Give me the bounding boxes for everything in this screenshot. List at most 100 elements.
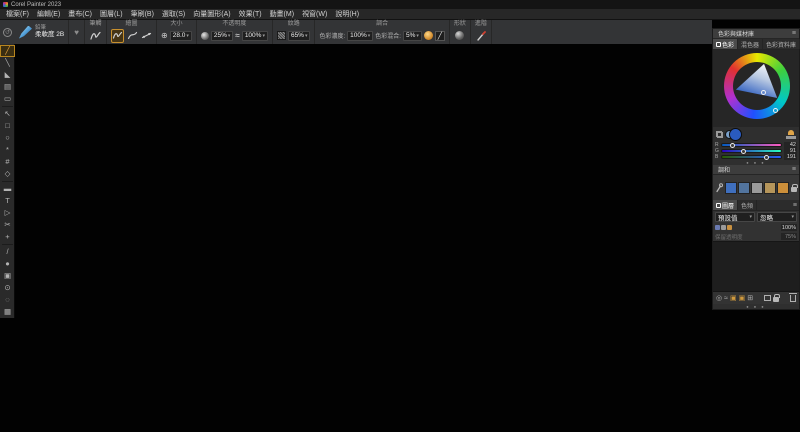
tool-shape-rect[interactable]: ▬	[0, 183, 15, 195]
slider-track-r[interactable]	[721, 143, 782, 148]
clone-color-icon[interactable]	[786, 129, 796, 139]
lock-layer-button[interactable]	[773, 294, 781, 302]
new-watercolor-layer-icon[interactable]: ▣	[730, 295, 737, 302]
color-panel-group-header[interactable]: 色彩與媒材庫 ≡	[713, 29, 799, 39]
composite-depth-dropdown[interactable]: 忽略 ▾	[757, 212, 797, 222]
grain-texture-icon[interactable]	[276, 31, 286, 40]
swap-colors-icon[interactable]	[716, 130, 723, 138]
menu-item[interactable]: 說明(H)	[331, 9, 363, 20]
freehand-strokes-button[interactable]	[111, 28, 125, 43]
hue-marker[interactable]	[773, 108, 778, 113]
tool-clone[interactable]: ▣	[0, 270, 15, 282]
slider-handle[interactable]	[729, 143, 735, 148]
canvas-area[interactable]	[15, 44, 800, 432]
tool-eraser[interactable]: ▭	[0, 93, 15, 105]
size-field[interactable]: 28.0 ▾	[169, 30, 192, 41]
menu-item[interactable]: 畫布(C)	[64, 9, 96, 20]
resat-field[interactable]: 100% ▾	[347, 30, 374, 41]
tool-magnifier[interactable]: ⊙	[0, 282, 15, 294]
tool-lasso[interactable]: ○	[0, 132, 15, 144]
harmony-lock-controls[interactable]	[791, 183, 798, 192]
tool-layer-adjuster[interactable]: ↖	[0, 108, 15, 120]
brush-selector[interactable]: 鉛筆 柔軟度 2B	[15, 20, 70, 44]
menu-item[interactable]: 檔案(F)	[2, 9, 33, 20]
tool-text[interactable]: T	[0, 195, 15, 207]
dynamic-plugins-icon[interactable]: ◎	[716, 295, 722, 302]
harmony-tools-icon[interactable]	[715, 182, 723, 193]
panel-options-icon[interactable]: ≡	[792, 30, 796, 37]
panel-options-icon[interactable]: ≡	[793, 202, 797, 209]
opacity-field[interactable]: 25% ▾	[210, 30, 234, 41]
harmonies-panel-header[interactable]: 調和 ≡	[713, 165, 799, 175]
menu-item[interactable]: 效果(T)	[235, 9, 266, 20]
bleed-field[interactable]: 5% ▾	[402, 30, 422, 41]
menu-item[interactable]: 動畫(M)	[266, 9, 299, 20]
new-layer-button[interactable]	[764, 295, 772, 301]
menu-item[interactable]: 視窗(W)	[298, 9, 331, 20]
panel-options-icon[interactable]: ≡	[792, 166, 796, 173]
delete-layer-button[interactable]	[789, 292, 798, 302]
layer-attr-icon[interactable]	[727, 225, 732, 230]
tool-shape-selection[interactable]: ▷	[0, 207, 15, 219]
tool-navigator[interactable]: ▦	[0, 306, 15, 318]
dab-shape-icon[interactable]	[455, 31, 465, 40]
main-color-swatch[interactable]	[729, 127, 742, 141]
tab-色彩[interactable]: 色彩	[713, 39, 739, 49]
tab-色頻[interactable]: 色頻	[738, 200, 758, 210]
expression-field[interactable]: 100% ▾	[241, 30, 268, 41]
tool-gradient[interactable]: ▤	[0, 81, 15, 93]
enhanced-color-icon[interactable]	[423, 31, 433, 40]
layer-list[interactable]	[713, 241, 799, 292]
tool-dropper[interactable]: ●	[0, 258, 15, 270]
tab-圖層[interactable]: 圖層	[713, 200, 739, 210]
slider-track-g[interactable]	[721, 149, 782, 154]
sv-marker[interactable]	[761, 90, 766, 95]
harmony-swatch[interactable]	[725, 181, 737, 194]
favorite-brush-button[interactable]: ♥	[69, 20, 86, 44]
harmony-swatch[interactable]	[777, 181, 789, 194]
slider-track-b[interactable]	[721, 155, 782, 160]
slider-handle[interactable]	[764, 155, 770, 160]
tool-transform[interactable]: ◇	[0, 168, 15, 180]
calibrate-strokes-button[interactable]	[140, 29, 152, 43]
tool-rotate-page[interactable]: ◌	[0, 294, 15, 306]
tab-色彩資料庫[interactable]: 色彩資料庫	[763, 39, 800, 49]
tool-magic-wand[interactable]: *	[0, 144, 15, 156]
layer-attr-icon[interactable]	[721, 225, 726, 230]
stroke-preview-button[interactable]	[89, 29, 102, 43]
tool-eyedropper[interactable]: /	[0, 246, 15, 258]
menu-item[interactable]: 圖層(L)	[96, 9, 127, 20]
layer-opacity-value[interactable]: 100%	[781, 224, 797, 231]
layer-attr-icon[interactable]	[715, 225, 720, 230]
group-layers-icon[interactable]: ⊞	[747, 295, 753, 302]
tool-crop[interactable]: #	[0, 156, 15, 168]
tool-pen[interactable]: ╲	[0, 57, 15, 69]
menu-item[interactable]: 選取(S)	[158, 9, 189, 20]
harmony-swatch[interactable]	[751, 181, 763, 194]
straight-line-strokes-button[interactable]	[126, 29, 138, 43]
tool-add-point[interactable]: +	[0, 231, 15, 243]
text-icon: T	[5, 196, 10, 206]
menu-item[interactable]: 筆刷(B)	[127, 9, 158, 20]
layer-commands-icon[interactable]: ≈	[724, 295, 728, 302]
tool-rect-select[interactable]: □	[0, 120, 15, 132]
preserve-transparency-value[interactable]: 75%	[781, 233, 797, 240]
composite-method-dropdown[interactable]: 預設值 ▾	[715, 212, 755, 222]
expression-icon[interactable]: ≈	[235, 31, 239, 40]
drawer-handle-dots[interactable]: ● ● ●	[713, 304, 799, 309]
menu-item[interactable]: 向量圖形(A)	[189, 9, 234, 20]
tool-scissors[interactable]: ✂	[0, 219, 15, 231]
menu-item[interactable]: 編輯(E)	[33, 9, 64, 20]
reset-tool-button[interactable]: ↺	[0, 20, 15, 44]
tool-brush[interactable]: ╱	[0, 45, 15, 57]
harmony-swatch[interactable]	[764, 181, 776, 194]
tool-paint-bucket[interactable]: ◣	[0, 69, 15, 81]
new-liquid-ink-layer-icon[interactable]: ▣	[739, 295, 746, 302]
tab-混色器[interactable]: 混色器	[738, 39, 764, 49]
harmony-swatch[interactable]	[738, 181, 750, 194]
slider-handle[interactable]	[741, 149, 747, 154]
advanced-brush-controls-button[interactable]	[475, 29, 487, 43]
stylus-settings-icon[interactable]: ╱	[434, 30, 445, 41]
grain-field[interactable]: 65% ▾	[287, 30, 311, 41]
color-swatch-row	[713, 127, 799, 141]
